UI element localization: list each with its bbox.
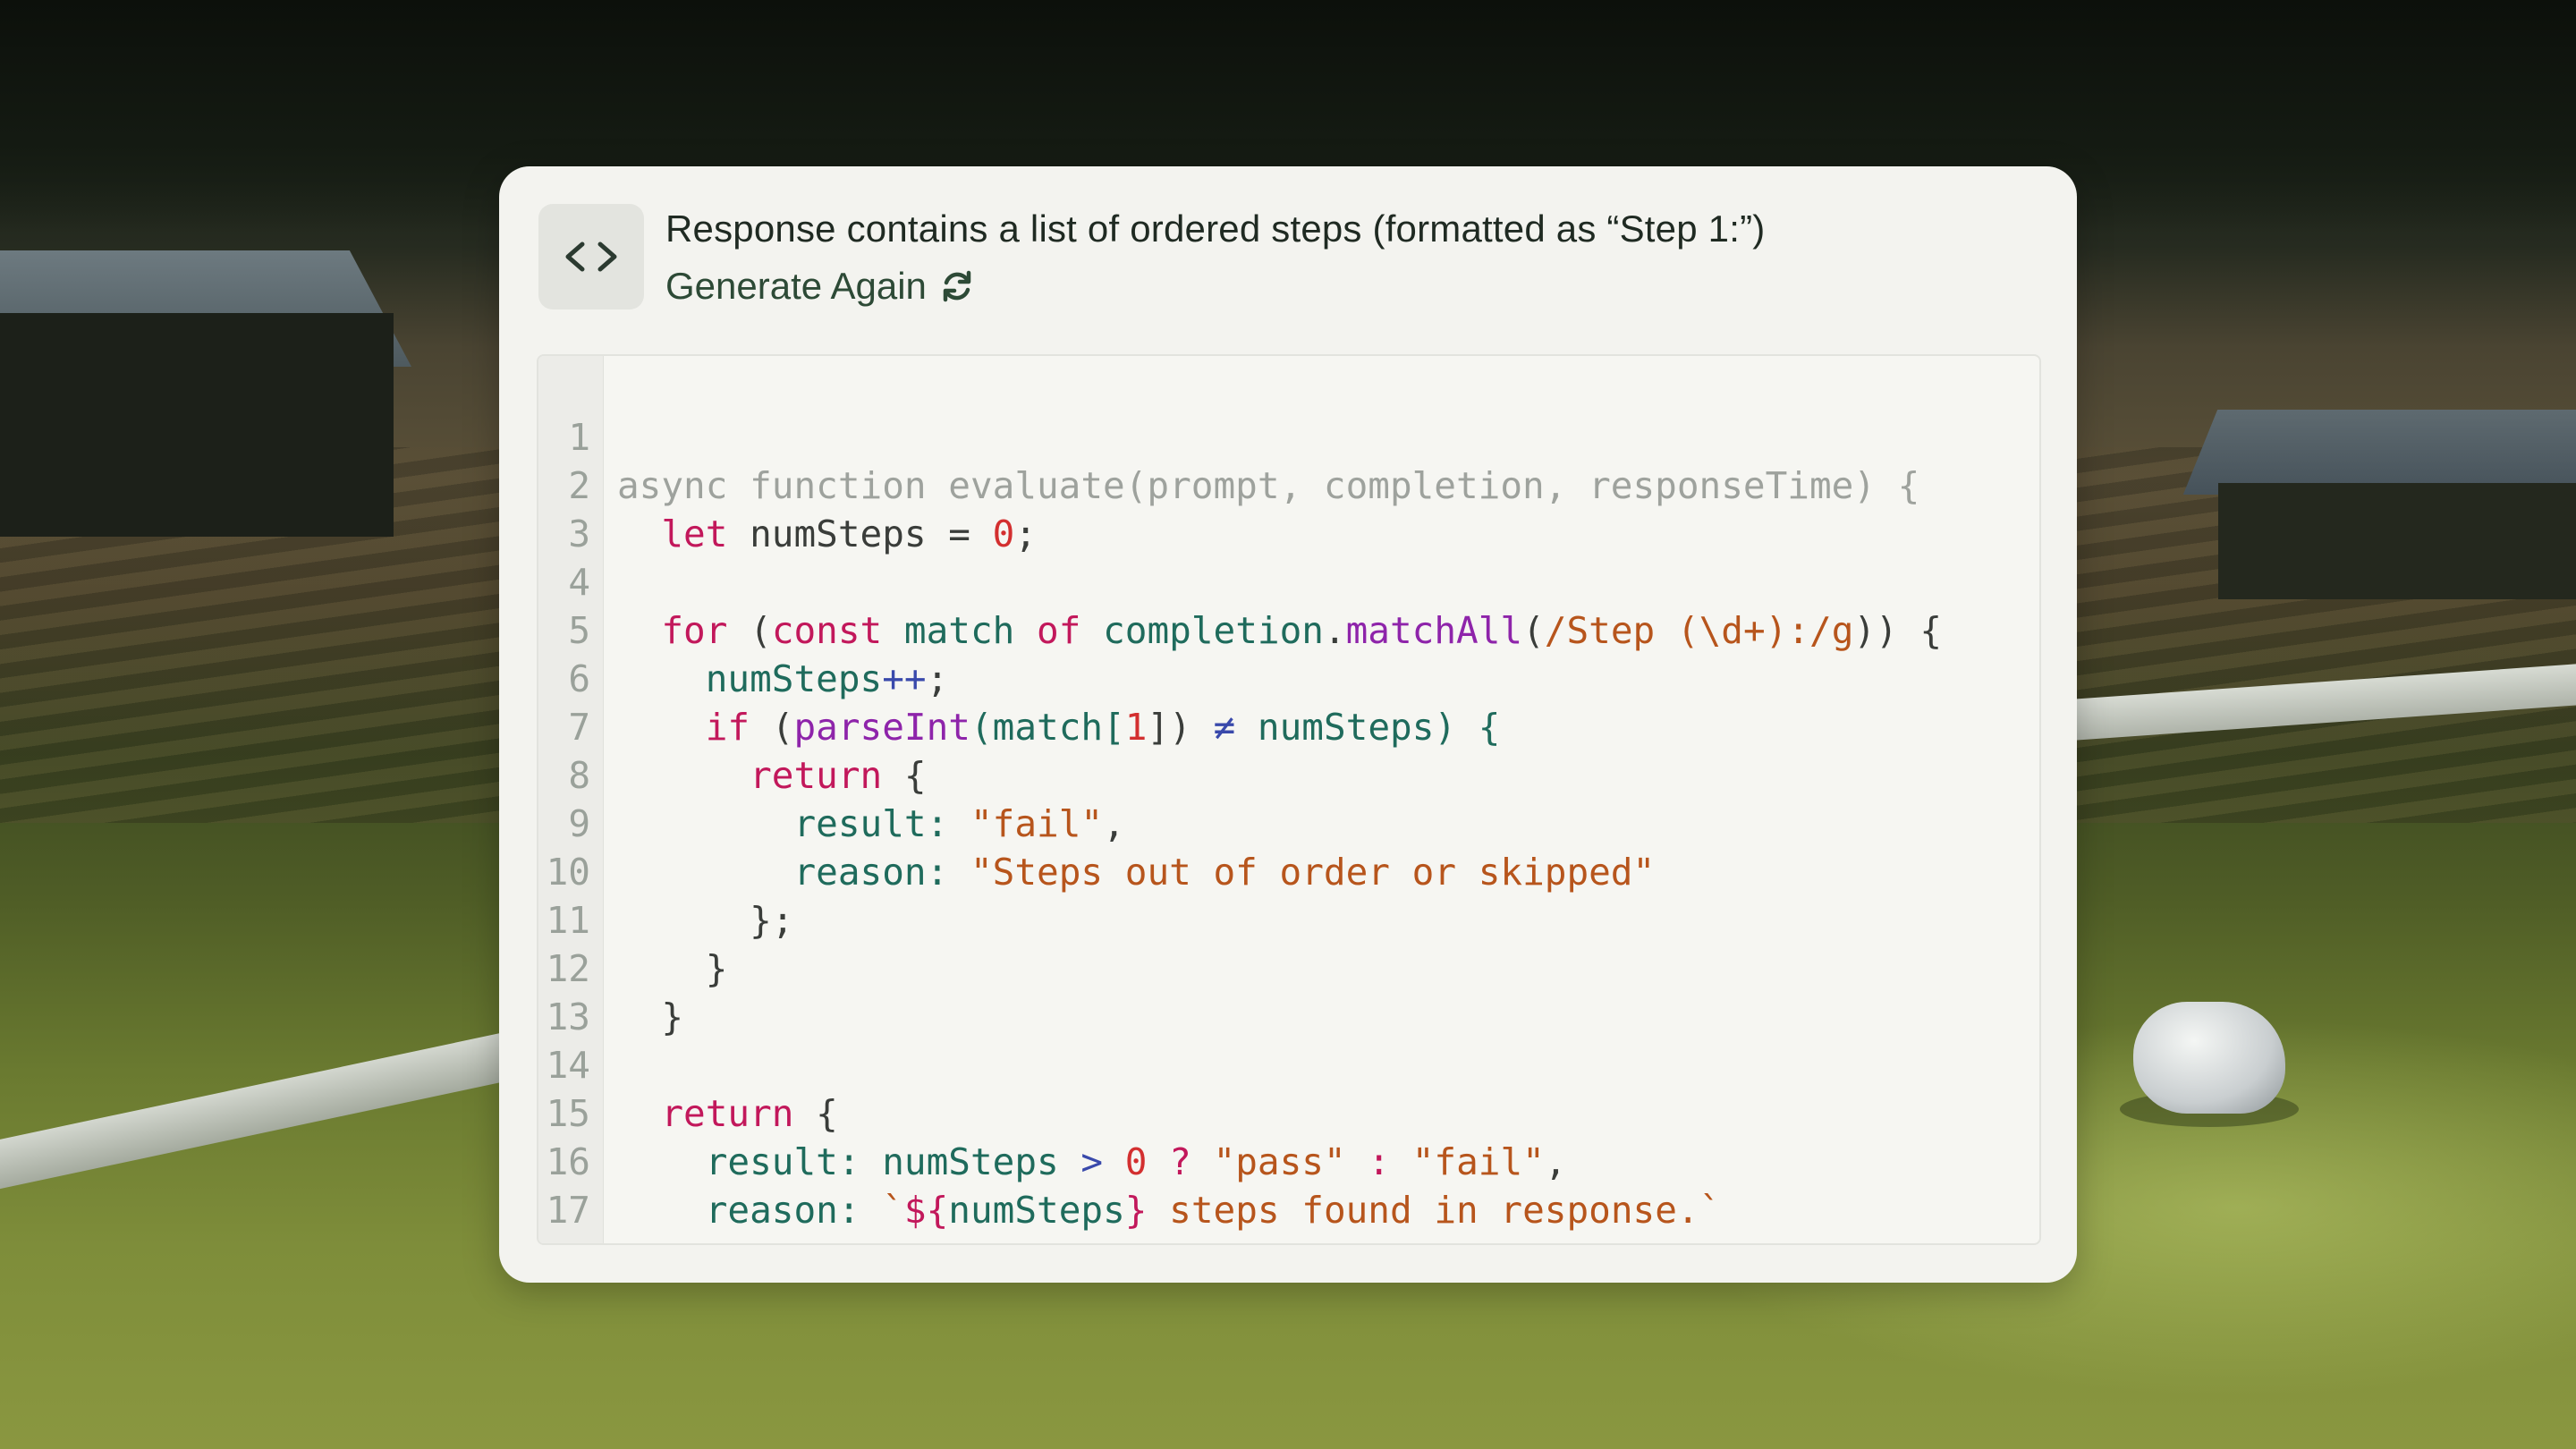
code-line: 8 result: "fail", bbox=[538, 703, 1124, 845]
token-template-string: ` bbox=[882, 1189, 904, 1232]
code-lines: 1 async function evaluate(prompt, comple… bbox=[538, 365, 1943, 1243]
code-line: 13 bbox=[538, 945, 715, 1038]
token-identifier: numSteps) { bbox=[1235, 706, 1501, 749]
code-line: 15 result: numSteps > 0 ? "pass" : "fail… bbox=[538, 1041, 1567, 1183]
code-editor[interactable]: 1 async function evaluate(prompt, comple… bbox=[537, 354, 2041, 1245]
code-line: 3 bbox=[538, 462, 715, 555]
line-number: 18 bbox=[538, 1234, 590, 1243]
code-text: async function evaluate(prompt, completi… bbox=[617, 464, 1920, 507]
code-line: 17 }; bbox=[538, 1138, 715, 1243]
code-text: reason: `${numSteps} steps found in resp… bbox=[617, 1186, 1722, 1234]
token-string: "Steps out of order or skipped" bbox=[970, 851, 1656, 894]
token-plain: , bbox=[1544, 1140, 1567, 1183]
code-line: 10 }; bbox=[538, 800, 794, 942]
token-keyword: of bbox=[1037, 609, 1081, 652]
token-number: 1 bbox=[1124, 706, 1148, 749]
token-identifier: numSteps bbox=[948, 1189, 1125, 1232]
token-keyword: const bbox=[771, 609, 883, 652]
barn-right bbox=[2218, 483, 2576, 599]
token-property: reason: bbox=[705, 1189, 883, 1232]
token-plain: ( bbox=[750, 706, 794, 749]
token-template-string: steps found in response.` bbox=[1147, 1189, 1722, 1232]
token-identifier: numSteps bbox=[705, 657, 883, 700]
code-line: 16 reason: `${numSteps} steps found in r… bbox=[538, 1089, 1722, 1232]
evaluator-card: Response contains a list of ordered step… bbox=[499, 166, 2077, 1283]
token-plain: }; bbox=[750, 899, 794, 942]
generate-again-button[interactable]: Generate Again bbox=[665, 265, 975, 308]
token-plain: , bbox=[1103, 802, 1125, 845]
token-template-brace: ${ bbox=[903, 1189, 949, 1232]
token-plain: { bbox=[793, 1092, 838, 1135]
token-plain: { bbox=[882, 754, 927, 797]
token-identifier: match bbox=[882, 609, 1038, 652]
barn-roof-right bbox=[2182, 410, 2576, 495]
token-operator: ? bbox=[1147, 1140, 1214, 1183]
token-plain: ]) bbox=[1147, 706, 1214, 749]
token-property: result: bbox=[793, 802, 970, 845]
token-regex: /Step (\d+):/g bbox=[1544, 609, 1854, 652]
token-identifier: numSteps bbox=[882, 1140, 1059, 1183]
token-template-brace: } bbox=[1124, 1189, 1148, 1232]
token-operator: : bbox=[1345, 1140, 1412, 1183]
token-operator: ≠ bbox=[1213, 706, 1236, 749]
code-brackets-icon-glyph bbox=[565, 242, 617, 272]
code-text: result: numSteps > 0 ? "pass" : "fail", bbox=[617, 1138, 1567, 1186]
code-line: 18 } bbox=[538, 1186, 715, 1243]
token-method: parseInt bbox=[793, 706, 970, 749]
token-identifier: (match[ bbox=[970, 706, 1125, 749]
token-operator: ++ bbox=[882, 657, 927, 700]
code-brackets-icon[interactable] bbox=[538, 204, 644, 309]
token-plain: ; bbox=[1014, 513, 1038, 555]
hay-bale bbox=[2133, 1002, 2285, 1114]
token-plain: . bbox=[1323, 609, 1346, 652]
token-string: "fail" bbox=[1411, 1140, 1545, 1183]
code-line: 11 } bbox=[538, 848, 728, 990]
token-property: result: bbox=[705, 1140, 883, 1183]
token-plain: ( bbox=[727, 609, 772, 652]
evaluator-title: Response contains a list of ordered step… bbox=[665, 208, 1766, 250]
token-plain: ( bbox=[1522, 609, 1545, 652]
token-number: 0 bbox=[992, 513, 1015, 555]
code-text: if (parseInt(match[1]) ≠ numSteps) { bbox=[617, 703, 1501, 751]
token-method: matchAll bbox=[1345, 609, 1523, 652]
code-line: 14 return { bbox=[538, 993, 838, 1135]
token-plain: numSteps = bbox=[727, 513, 993, 555]
token-plain: ; bbox=[926, 657, 949, 700]
refresh-icon bbox=[943, 270, 971, 302]
token-string: "pass" bbox=[1213, 1140, 1346, 1183]
barn-left bbox=[0, 313, 394, 537]
code-line: 4 for (const match of completion.matchAl… bbox=[538, 510, 1942, 652]
code-line: 7 return { bbox=[538, 655, 926, 797]
code-line: 2 let numSteps = 0; bbox=[538, 413, 1037, 555]
code-line: 12 } bbox=[538, 896, 715, 1038]
token-number: 0 bbox=[1124, 1140, 1148, 1183]
code-line: 6 if (parseInt(match[1]) ≠ numSteps) { bbox=[538, 606, 1500, 749]
code-line: 5 numSteps++; bbox=[538, 558, 948, 700]
generate-again-label: Generate Again bbox=[665, 265, 927, 307]
code-line: 1 async function evaluate(prompt, comple… bbox=[538, 365, 1919, 507]
token-identifier: completion bbox=[1080, 609, 1324, 652]
token-property: reason: bbox=[793, 851, 970, 894]
token-keyword: return bbox=[750, 754, 883, 797]
token-operator: > bbox=[1058, 1140, 1125, 1183]
code-text: for (const match of completion.matchAll(… bbox=[617, 606, 1942, 655]
code-line: 9 reason: "Steps out of order or skipped… bbox=[538, 751, 1655, 894]
code-text: reason: "Steps out of order or skipped" bbox=[617, 848, 1655, 896]
token-plain: )) { bbox=[1853, 609, 1943, 652]
token-string: "fail" bbox=[970, 802, 1104, 845]
